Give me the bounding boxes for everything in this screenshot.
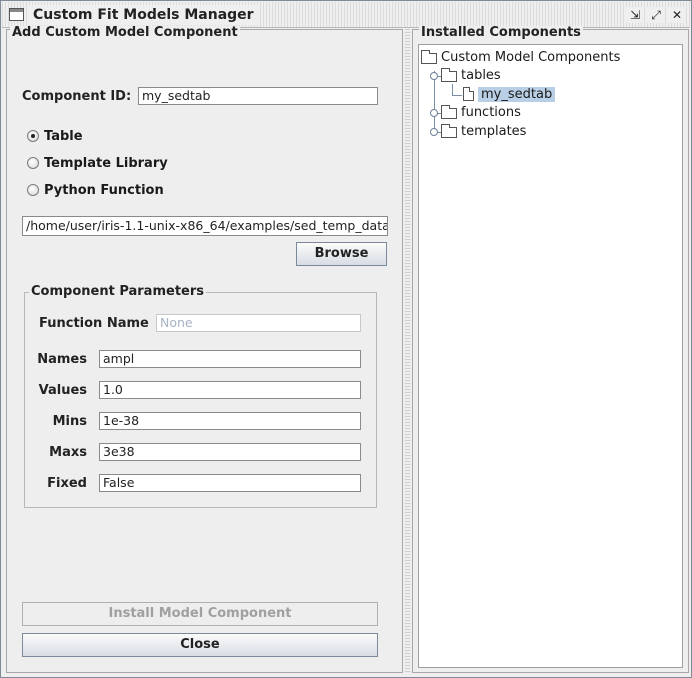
file-icon bbox=[463, 87, 474, 101]
values-input[interactable]: 1.0 bbox=[99, 381, 361, 399]
components-tree[interactable]: Custom Model Components tables my_sedtab… bbox=[418, 44, 683, 668]
expand-toggle-icon[interactable] bbox=[430, 128, 438, 136]
radio-table-button[interactable] bbox=[27, 130, 39, 142]
radio-python-function[interactable]: Python Function bbox=[27, 181, 164, 199]
tree-leaf-label: my_sedtab bbox=[478, 86, 556, 102]
installed-components-title: Installed Components bbox=[419, 25, 583, 40]
component-id-input[interactable]: my_sedtab bbox=[138, 87, 378, 105]
close-button[interactable]: Close bbox=[22, 633, 378, 657]
component-parameters-title: Component Parameters bbox=[29, 284, 206, 299]
radio-template-library-label: Template Library bbox=[44, 155, 168, 171]
tree-folder-functions[interactable]: functions bbox=[441, 103, 521, 121]
radio-python-function-label: Python Function bbox=[44, 182, 164, 198]
add-component-panel: Add Custom Model Component Component ID:… bbox=[6, 25, 403, 673]
tree-connector-line bbox=[434, 71, 435, 133]
tree-folder-templates[interactable]: templates bbox=[441, 122, 526, 140]
window-title: Custom Fit Models Manager bbox=[29, 5, 258, 25]
radio-python-function-button[interactable] bbox=[27, 184, 39, 196]
minimize-icon[interactable]: ⇲ bbox=[626, 7, 644, 23]
file-path-input[interactable]: /home/user/iris-1.1-unix-x86_64/examples… bbox=[22, 216, 388, 236]
maxs-input[interactable]: 3e38 bbox=[99, 443, 361, 461]
install-model-component-button: Install Model Component bbox=[22, 602, 378, 626]
names-label: Names bbox=[37, 352, 87, 367]
add-component-title: Add Custom Model Component bbox=[10, 25, 240, 40]
radio-template-library[interactable]: Template Library bbox=[27, 154, 168, 172]
tree-folder-label: templates bbox=[461, 123, 527, 139]
split-pane-divider[interactable] bbox=[405, 29, 410, 673]
folder-icon bbox=[441, 104, 457, 119]
tree-folder-label: functions bbox=[461, 104, 521, 120]
radio-table[interactable]: Table bbox=[27, 127, 83, 145]
tree-root-label: Custom Model Components bbox=[441, 49, 621, 65]
custom-fit-models-window: Custom Fit Models Manager ⇲ ⤢ ✕ Add Cust… bbox=[0, 0, 692, 678]
expand-toggle-icon[interactable] bbox=[430, 109, 438, 117]
tree-root-node[interactable]: Custom Model Components bbox=[421, 48, 620, 66]
close-icon[interactable]: ✕ bbox=[668, 7, 686, 23]
tree-folder-label: tables bbox=[461, 67, 501, 83]
fixed-input[interactable]: False bbox=[99, 474, 361, 492]
function-name-label: Function Name bbox=[39, 316, 149, 331]
radio-table-label: Table bbox=[44, 128, 83, 144]
tree-connector-line bbox=[452, 95, 462, 96]
mins-input[interactable]: 1e-38 bbox=[99, 412, 361, 430]
mins-label: Mins bbox=[52, 414, 87, 429]
browse-button[interactable]: Browse bbox=[296, 242, 387, 266]
tree-folder-tables[interactable]: tables bbox=[441, 66, 501, 84]
function-name-input: None bbox=[156, 314, 361, 332]
maximize-icon[interactable]: ⤢ bbox=[647, 7, 665, 23]
names-input[interactable]: ampl bbox=[99, 350, 361, 368]
folder-icon bbox=[441, 67, 457, 82]
tree-leaf-my-sedtab[interactable]: my_sedtab bbox=[463, 85, 556, 103]
values-label: Values bbox=[38, 383, 87, 398]
expand-toggle-icon[interactable] bbox=[430, 72, 438, 80]
maxs-label: Maxs bbox=[49, 445, 87, 460]
component-parameters-group: Component Parameters Function Name None … bbox=[24, 285, 377, 508]
window-icon bbox=[9, 8, 24, 21]
folder-open-icon bbox=[421, 49, 437, 64]
radio-template-library-button[interactable] bbox=[27, 157, 39, 169]
fixed-label: Fixed bbox=[47, 476, 87, 491]
folder-icon bbox=[441, 123, 457, 138]
component-id-label: Component ID: bbox=[22, 89, 132, 104]
installed-components-panel: Installed Components Custom Model Compon… bbox=[412, 25, 689, 673]
